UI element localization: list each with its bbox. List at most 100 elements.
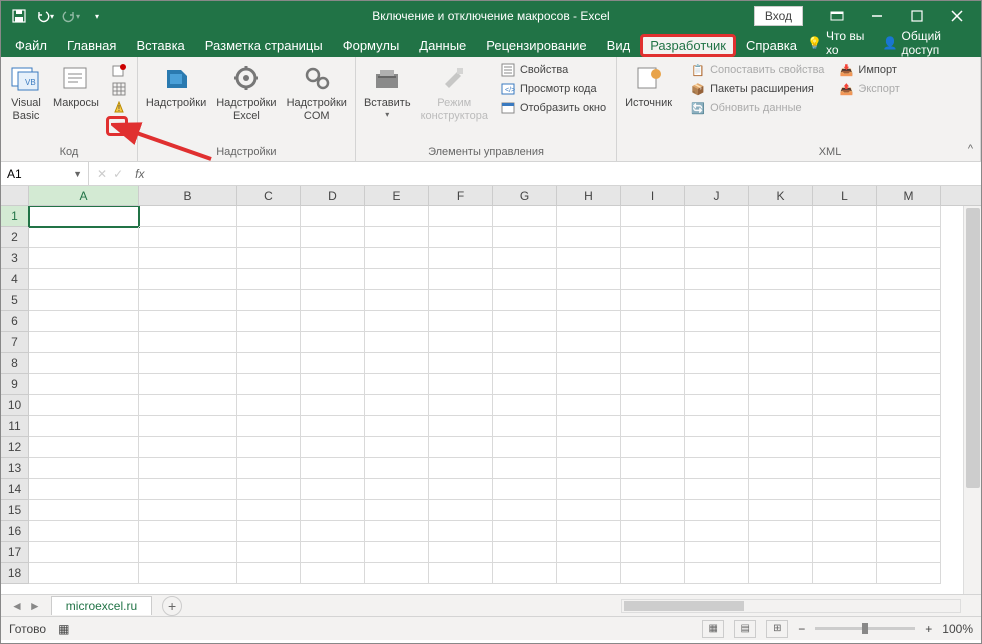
add-sheet-button[interactable]: + xyxy=(162,596,182,616)
cell[interactable] xyxy=(429,521,493,542)
cell[interactable] xyxy=(877,395,941,416)
cell[interactable] xyxy=(557,416,621,437)
cell[interactable] xyxy=(877,290,941,311)
cell[interactable] xyxy=(877,479,941,500)
cell[interactable] xyxy=(749,437,813,458)
cell[interactable] xyxy=(685,206,749,227)
cell[interactable] xyxy=(877,521,941,542)
cell[interactable] xyxy=(749,290,813,311)
cell[interactable] xyxy=(493,311,557,332)
cell[interactable] xyxy=(139,248,237,269)
cell[interactable] xyxy=(365,290,429,311)
row-header[interactable]: 13 xyxy=(1,458,29,479)
cell[interactable] xyxy=(493,332,557,353)
cell[interactable] xyxy=(429,353,493,374)
cell[interactable] xyxy=(813,227,877,248)
tab-nav-prev[interactable]: ◄ xyxy=(11,599,23,613)
cell[interactable] xyxy=(557,479,621,500)
ribbon-options-button[interactable] xyxy=(819,4,855,28)
cell[interactable] xyxy=(139,521,237,542)
cell[interactable] xyxy=(237,311,301,332)
cell[interactable] xyxy=(29,416,139,437)
cell[interactable] xyxy=(557,206,621,227)
row-header[interactable]: 11 xyxy=(1,416,29,437)
cell[interactable] xyxy=(621,500,685,521)
cell[interactable] xyxy=(139,542,237,563)
col-header-d[interactable]: D xyxy=(301,186,365,205)
cell[interactable] xyxy=(237,374,301,395)
col-header-e[interactable]: E xyxy=(365,186,429,205)
cell[interactable] xyxy=(29,479,139,500)
cell[interactable] xyxy=(877,227,941,248)
cell[interactable] xyxy=(429,332,493,353)
row-header[interactable]: 16 xyxy=(1,521,29,542)
cell[interactable] xyxy=(877,458,941,479)
cell[interactable] xyxy=(749,521,813,542)
normal-view-button[interactable]: ▦ xyxy=(702,620,724,638)
cell[interactable] xyxy=(301,563,365,584)
cell[interactable] xyxy=(139,269,237,290)
cell[interactable] xyxy=(493,269,557,290)
cell[interactable] xyxy=(493,248,557,269)
minimize-button[interactable] xyxy=(859,4,895,28)
col-header-g[interactable]: G xyxy=(493,186,557,205)
col-header-f[interactable]: F xyxy=(429,186,493,205)
cell[interactable] xyxy=(557,563,621,584)
cell[interactable] xyxy=(365,416,429,437)
share-button[interactable]: 👤 Общий доступ xyxy=(883,29,969,57)
tab-insert[interactable]: Вставка xyxy=(126,34,194,57)
cell[interactable] xyxy=(237,563,301,584)
cell[interactable] xyxy=(813,332,877,353)
cell[interactable] xyxy=(877,206,941,227)
undo-button[interactable]: ▾ xyxy=(33,4,57,28)
col-header-h[interactable]: H xyxy=(557,186,621,205)
cell[interactable] xyxy=(301,521,365,542)
map-properties-button[interactable]: 📋Сопоставить свойства xyxy=(688,61,826,79)
cell[interactable] xyxy=(429,416,493,437)
cell[interactable] xyxy=(877,437,941,458)
cell[interactable] xyxy=(301,437,365,458)
cell[interactable] xyxy=(29,311,139,332)
cell[interactable] xyxy=(139,563,237,584)
cell[interactable] xyxy=(621,542,685,563)
tab-review[interactable]: Рецензирование xyxy=(476,34,596,57)
formula-input[interactable] xyxy=(158,162,981,185)
cell[interactable] xyxy=(685,332,749,353)
macro-security-button[interactable]: ! xyxy=(109,99,129,117)
cell[interactable] xyxy=(429,395,493,416)
cell[interactable] xyxy=(877,563,941,584)
cell[interactable] xyxy=(749,479,813,500)
cell[interactable] xyxy=(621,206,685,227)
cell[interactable] xyxy=(685,395,749,416)
cell[interactable] xyxy=(685,563,749,584)
cell[interactable] xyxy=(237,332,301,353)
cell[interactable] xyxy=(621,374,685,395)
cell[interactable] xyxy=(139,416,237,437)
cell[interactable] xyxy=(813,521,877,542)
cell[interactable] xyxy=(621,353,685,374)
cell[interactable] xyxy=(493,542,557,563)
cell[interactable] xyxy=(237,290,301,311)
customize-qat-button[interactable]: ▾ xyxy=(85,4,109,28)
cell[interactable] xyxy=(429,542,493,563)
cell[interactable] xyxy=(301,206,365,227)
cell[interactable] xyxy=(139,437,237,458)
cell[interactable] xyxy=(813,479,877,500)
cell[interactable] xyxy=(301,227,365,248)
cell[interactable] xyxy=(365,353,429,374)
cell[interactable] xyxy=(29,290,139,311)
cell[interactable] xyxy=(557,395,621,416)
design-mode-button[interactable]: Режим конструктора xyxy=(417,59,492,125)
cell[interactable] xyxy=(557,227,621,248)
cell[interactable] xyxy=(621,395,685,416)
maximize-button[interactable] xyxy=(899,4,935,28)
cell[interactable] xyxy=(493,395,557,416)
xml-source-button[interactable]: Источник xyxy=(621,59,676,112)
cell[interactable] xyxy=(685,458,749,479)
tab-formulas[interactable]: Формулы xyxy=(333,34,410,57)
cell[interactable] xyxy=(557,248,621,269)
col-header-j[interactable]: J xyxy=(685,186,749,205)
cell[interactable] xyxy=(365,479,429,500)
cell[interactable] xyxy=(301,332,365,353)
cell[interactable] xyxy=(301,479,365,500)
